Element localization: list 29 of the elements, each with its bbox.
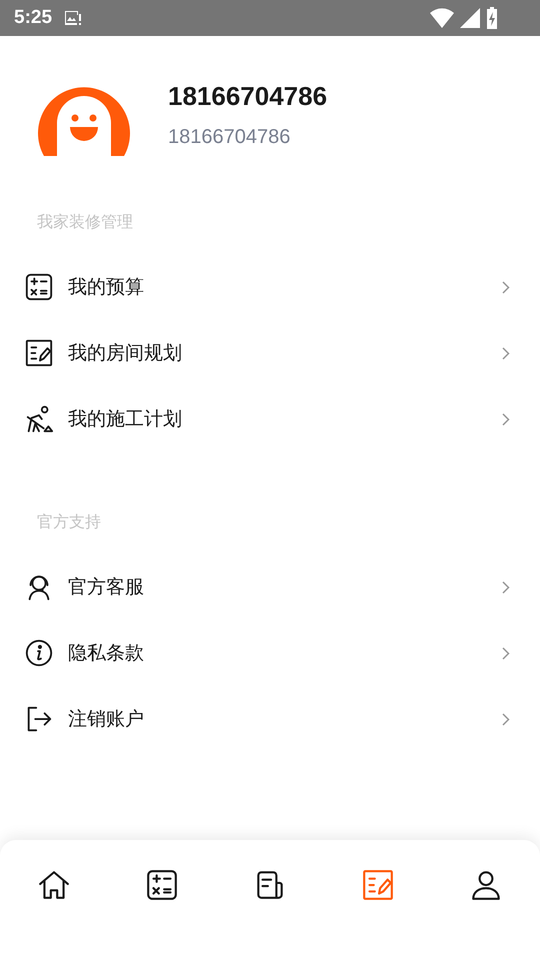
- signal-icon: [460, 8, 480, 28]
- chevron-right-icon: [502, 280, 510, 294]
- person-icon: [469, 868, 503, 902]
- battery-charging-icon: [486, 7, 498, 29]
- chevron-right-icon: [502, 346, 510, 360]
- menu-item[interactable]: 我的施工计划: [68, 406, 182, 432]
- account-number: 18166704786: [168, 126, 292, 149]
- wifi-icon: [430, 8, 454, 28]
- chevron-right-icon: [502, 646, 510, 660]
- menu-item[interactable]: 官方客服: [68, 574, 144, 600]
- image-notification-icon: [64, 10, 82, 26]
- chevron-right-icon: [502, 712, 510, 726]
- menu-item[interactable]: 我的房间规划: [68, 340, 182, 366]
- chevron-right-icon: [502, 412, 510, 426]
- home-icon: [37, 868, 71, 902]
- menu-item[interactable]: 我的预算: [68, 274, 144, 300]
- calculator-icon: [24, 272, 54, 302]
- pencil-list-icon: [361, 868, 395, 902]
- info-icon: [24, 638, 54, 668]
- chevron-right-icon: [502, 580, 510, 594]
- section-title: 我家装修管理: [36, 212, 134, 232]
- menu-item[interactable]: 注销账户: [68, 706, 144, 732]
- calculator-icon: [145, 868, 179, 902]
- section-title: 官方支持: [36, 512, 102, 532]
- phone-number-title: 18166704786: [168, 81, 328, 112]
- pencil-list-icon: [24, 338, 54, 368]
- menu-item[interactable]: 隐私条款: [68, 640, 144, 666]
- status-time: 5:25: [14, 7, 52, 29]
- worker-icon: [24, 404, 54, 434]
